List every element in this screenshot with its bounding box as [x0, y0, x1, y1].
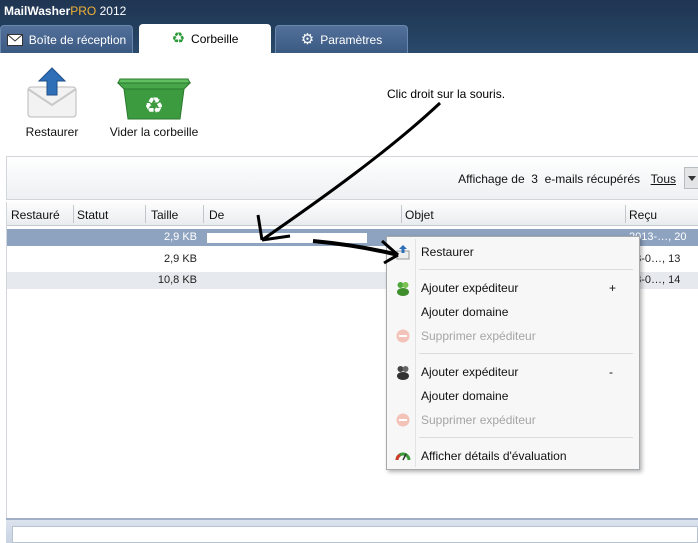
menu-shortcut: -	[609, 365, 613, 379]
gauge-icon	[395, 452, 411, 461]
menu-item-restore[interactable]: Restaurer	[389, 241, 637, 263]
col-restored[interactable]: Restauré	[11, 208, 60, 222]
col-from[interactable]: De	[209, 208, 224, 222]
menu-separator	[419, 269, 633, 270]
tab-inbox-label: Boîte de réception	[28, 32, 127, 47]
preview-pane	[12, 526, 698, 543]
menu-gutter	[415, 239, 416, 467]
chevron-down-icon[interactable]	[684, 167, 698, 189]
menu-item-label: Afficher détails d'évaluation	[421, 449, 567, 463]
col-size[interactable]: Taille	[151, 208, 178, 222]
menu-item-label: Supprimer expéditeur	[421, 413, 536, 427]
row-size: 2,9 KB	[163, 253, 197, 265]
column-divider[interactable]	[401, 205, 402, 223]
column-divider[interactable]	[203, 205, 204, 223]
col-subject[interactable]: Objet	[405, 208, 434, 222]
restore-envelope-icon	[27, 67, 77, 118]
app-year: 2012	[99, 4, 127, 18]
table-header: Restauré Statut Taille De Objet Reçu	[7, 202, 698, 226]
app-title: MailWasherPRO 2012	[4, 4, 126, 18]
tab-trash[interactable]: ♻ Corbeille	[139, 24, 271, 53]
row-size: 2,9 KB	[163, 231, 197, 243]
tab-trash-label: Corbeille	[191, 31, 239, 46]
menu-separator	[419, 437, 633, 438]
tab-settings-label: Paramètres	[320, 32, 383, 47]
app-edition: PRO	[70, 4, 97, 18]
tab-inbox[interactable]: Boîte de réception	[0, 25, 133, 53]
app-name: MailWasher	[4, 4, 71, 18]
menu-item-label: Ajouter domaine	[421, 389, 509, 403]
column-divider[interactable]	[145, 205, 146, 223]
title-bar: MailWasherPRO 2012 Boîte de réception ♻ …	[0, 0, 698, 53]
info-bar: Affichage de 3 e-mails récupérés Tous	[6, 156, 698, 200]
menu-item-remove-sender-blacklist: Supprimer expéditeur	[389, 409, 637, 431]
menu-item-add-sender-friends[interactable]: Ajouter expéditeur +	[389, 277, 637, 299]
menu-item-label: Ajouter expéditeur	[421, 365, 519, 379]
menu-item-label: Supprimer expéditeur	[421, 329, 536, 343]
menu-item-label: Ajouter domaine	[421, 305, 509, 319]
col-status[interactable]: Statut	[77, 208, 108, 222]
remove-icon	[396, 329, 410, 343]
col-received[interactable]: Reçu	[629, 208, 657, 222]
svg-text:♻: ♻	[144, 94, 164, 119]
menu-shortcut: +	[609, 281, 617, 295]
recycle-bin-icon: ♻	[116, 78, 192, 120]
email-count-text: Affichage de 3 e-mails récupérés	[458, 172, 640, 186]
remove-icon	[396, 413, 410, 427]
preview-panel	[6, 518, 698, 543]
menu-item-show-rating-details[interactable]: Afficher détails d'évaluation	[389, 445, 637, 467]
filter-select[interactable]: Tous	[651, 172, 676, 186]
menu-item-remove-sender-friends: Supprimer expéditeur	[389, 325, 637, 347]
context-menu: Restaurer Ajouter expéditeur + Ajouter d…	[386, 236, 640, 470]
recycle-icon: ♻	[171, 30, 186, 47]
toolbar: Restaurer ♻ Vider la corbeille	[0, 53, 698, 153]
inbox-icon	[6, 33, 23, 46]
menu-item-add-domain-blacklist[interactable]: Ajouter domaine	[389, 385, 637, 407]
row-size: 10,8 KB	[157, 274, 197, 286]
redacted-sender	[207, 233, 367, 243]
gear-icon: ⚙	[300, 31, 315, 48]
column-divider[interactable]	[625, 205, 626, 223]
annotation-text: Clic droit sur la souris.	[387, 87, 506, 101]
menu-separator	[419, 353, 633, 354]
restore-icon	[396, 245, 410, 260]
tab-settings[interactable]: ⚙ Paramètres	[275, 25, 408, 53]
menu-item-label: Restaurer	[421, 245, 474, 259]
blacklist-icon	[397, 366, 409, 380]
column-divider[interactable]	[73, 205, 74, 223]
menu-item-label: Ajouter expéditeur	[421, 281, 519, 295]
friends-icon	[397, 282, 409, 296]
menu-item-add-sender-blacklist[interactable]: Ajouter expéditeur -	[389, 361, 637, 383]
restore-label: Restaurer	[25, 125, 79, 139]
menu-item-add-domain-friends[interactable]: Ajouter domaine	[389, 301, 637, 323]
empty-trash-label: Vider la corbeille	[109, 125, 199, 139]
